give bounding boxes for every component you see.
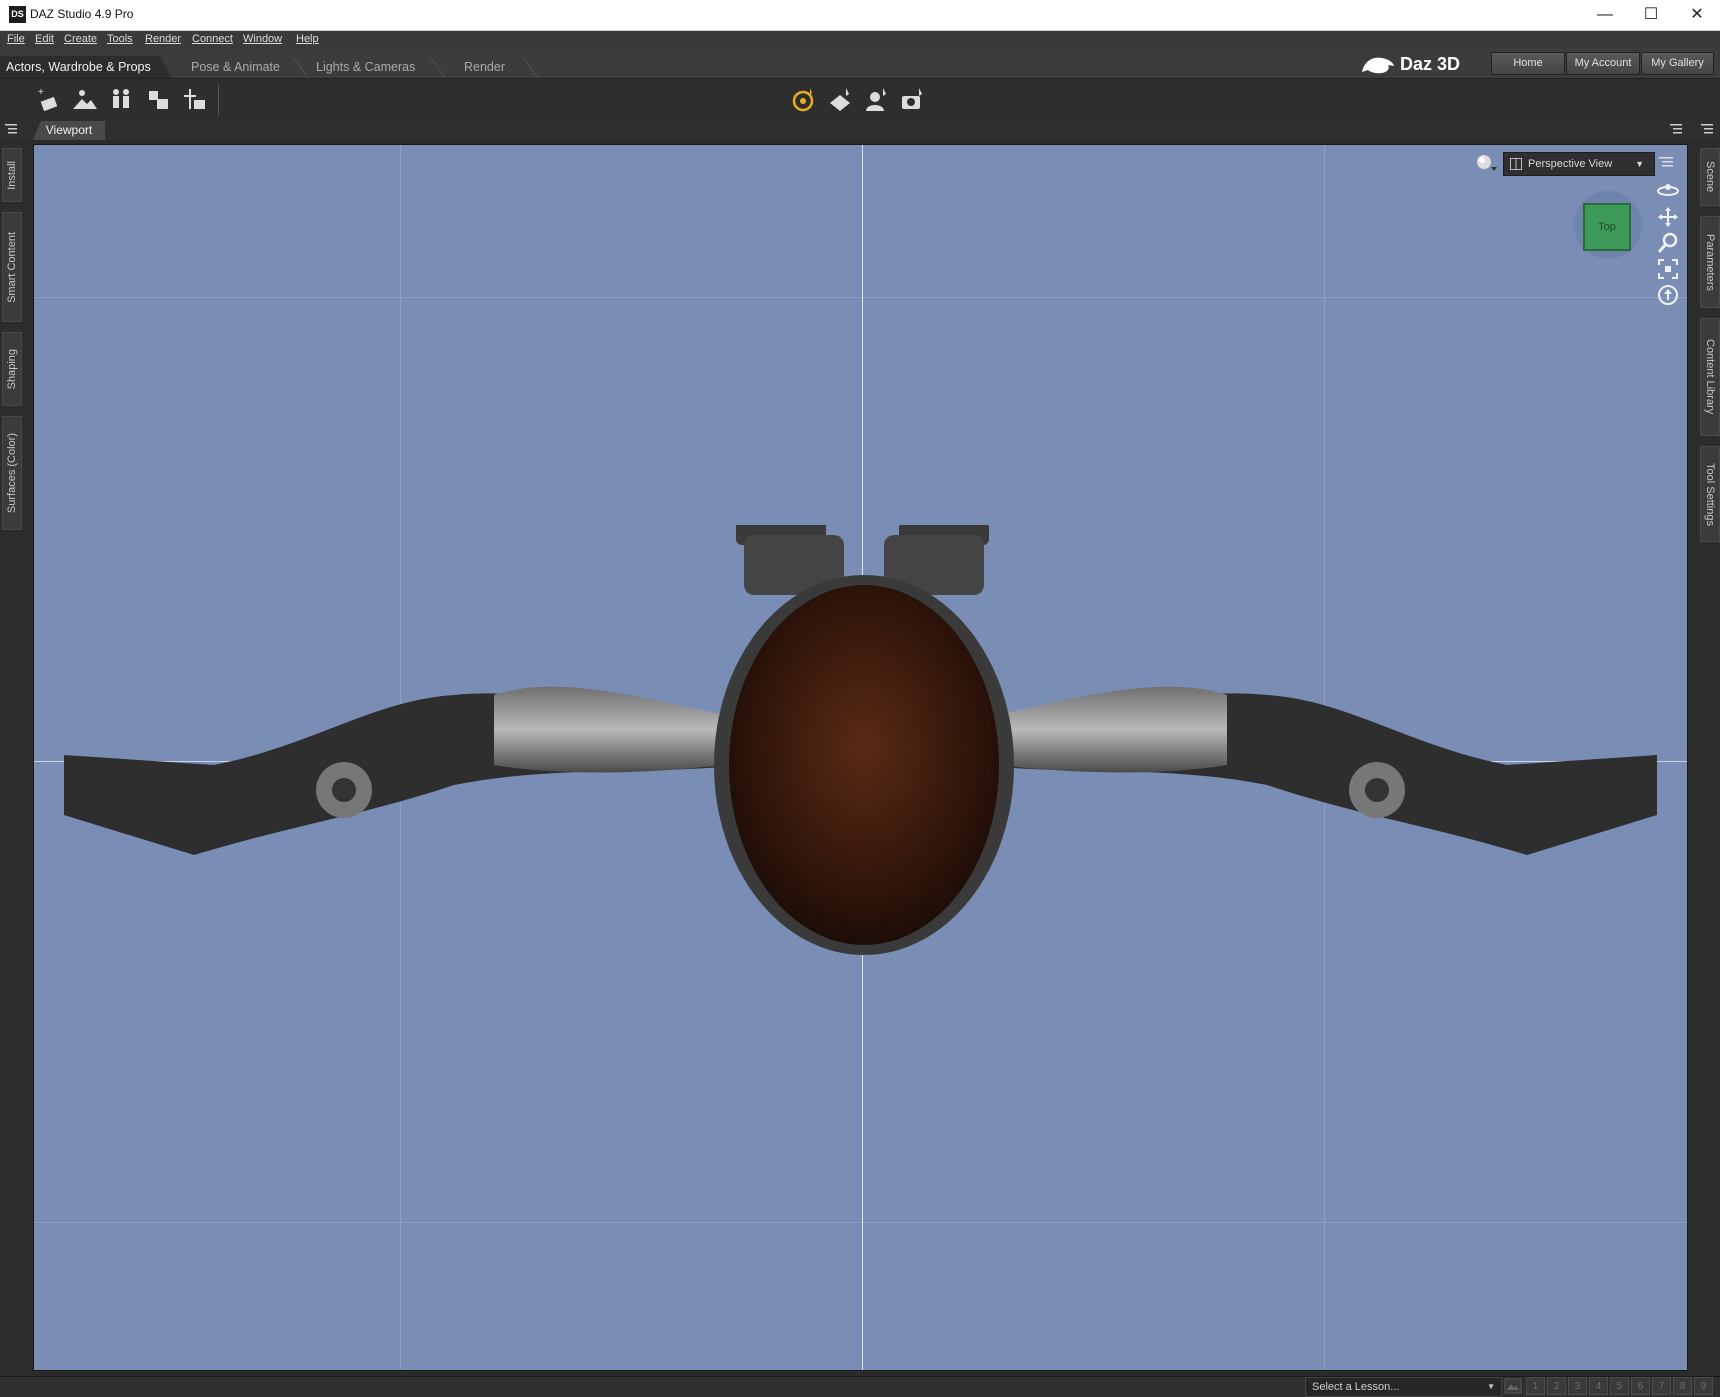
add-item-icon[interactable] [180, 85, 210, 115]
viewport-options-icon[interactable] [1658, 155, 1676, 171]
lesson-step-7[interactable]: 7 [1652, 1377, 1671, 1395]
lesson-select-label: Select a Lesson... [1312, 1381, 1400, 1393]
right-panel-menu-icon[interactable] [1700, 122, 1716, 136]
lesson-step-5[interactable]: 5 [1610, 1377, 1629, 1395]
lesson-step-6[interactable]: 6 [1631, 1377, 1650, 1395]
lesson-select[interactable]: Select a Lesson... ▼ [1305, 1377, 1502, 1397]
room-tab-actors[interactable]: Actors, Wardrobe & Props [6, 57, 151, 78]
chevron-down-icon: ▼ [1635, 159, 1644, 169]
home-button[interactable]: Home [1491, 52, 1565, 75]
lesson-step-8[interactable]: 8 [1673, 1377, 1692, 1395]
room-tab-render[interactable]: Render [464, 57, 505, 78]
right-tab-scene[interactable]: Scene [1700, 148, 1720, 206]
viewport[interactable]: Perspective View ▼ Top [33, 144, 1688, 1371]
my-account-button[interactable]: My Account [1566, 52, 1640, 75]
grid-line [34, 297, 1687, 298]
toolbar [0, 78, 1720, 123]
pan-icon[interactable] [1656, 205, 1680, 229]
lesson-step-9[interactable]: 9 [1694, 1377, 1713, 1395]
draw-style-icon[interactable] [1474, 153, 1498, 173]
tab-viewport[interactable]: Viewport [33, 121, 105, 140]
zoom-icon[interactable] [1656, 231, 1680, 255]
menu-render[interactable]: Render [145, 31, 181, 48]
toolbar-divider [218, 84, 219, 116]
menu-edit[interactable]: Edit [35, 31, 54, 48]
dragon-logo-icon [1362, 57, 1394, 74]
left-tab-smart-content[interactable]: Smart Content [2, 212, 22, 322]
left-tab-surfaces[interactable]: Surfaces (Color) [2, 416, 22, 530]
add-figure-icon[interactable]: + [34, 85, 64, 115]
lesson-step-4[interactable]: 4 [1589, 1377, 1608, 1395]
left-tab-install[interactable]: Install [2, 148, 22, 202]
close-button[interactable]: ✕ [1674, 0, 1720, 30]
room-tab-pose[interactable]: Pose & Animate [191, 57, 280, 78]
frame-icon[interactable] [1656, 257, 1680, 281]
window-title: DAZ Studio 4.9 Pro [30, 7, 134, 21]
view-cube[interactable]: Top [1583, 203, 1631, 251]
surface-selection-icon[interactable] [826, 85, 856, 115]
svg-text:+: + [38, 87, 44, 98]
viewport-menu-icon[interactable] [1669, 122, 1685, 136]
chevron-down-icon: ▼ [1487, 1382, 1495, 1391]
left-panel-strip [0, 140, 32, 1376]
maximize-button[interactable]: ☐ [1628, 0, 1674, 30]
add-environment-icon[interactable] [70, 85, 100, 115]
right-tab-content-library[interactable]: Content Library [1700, 318, 1720, 436]
right-tab-tool-settings[interactable]: Tool Settings [1700, 446, 1720, 542]
lesson-step-1[interactable]: 1 [1526, 1377, 1545, 1395]
lesson-step-3[interactable]: 3 [1568, 1377, 1587, 1395]
menu-window[interactable]: Window [243, 31, 282, 48]
app-icon: DS [9, 6, 26, 23]
menu-tools[interactable]: Tools [107, 31, 133, 48]
menu-help[interactable]: Help [296, 31, 319, 48]
viewport-tab-row [0, 122, 1720, 140]
right-tab-parameters[interactable]: Parameters [1700, 216, 1720, 308]
add-actors-icon[interactable] [106, 85, 136, 115]
menu-file[interactable]: File [7, 31, 25, 48]
grid-line [34, 1222, 1687, 1223]
figure-model[interactable] [34, 525, 1687, 1065]
lesson-step-2[interactable]: 2 [1547, 1377, 1566, 1395]
lesson-scene-icon[interactable] [1504, 1378, 1522, 1394]
add-prop-icon[interactable] [143, 85, 173, 115]
daz-logo: Daz 3D [1360, 50, 1480, 78]
view-layout-icon [1510, 158, 1522, 170]
node-selection-icon[interactable] [862, 85, 892, 115]
menu-connect[interactable]: Connect [192, 31, 233, 48]
logo-text: Daz 3D [1400, 54, 1461, 74]
universal-tool-icon[interactable] [790, 85, 820, 115]
left-tab-shaping[interactable]: Shaping [2, 332, 22, 406]
view-select[interactable]: Perspective View ▼ [1503, 152, 1655, 176]
title-bar: DS DAZ Studio 4.9 Pro — ☐ ✕ [0, 0, 1720, 31]
orbit-icon[interactable] [1656, 179, 1680, 203]
room-tab-lights[interactable]: Lights & Cameras [316, 57, 415, 78]
reset-view-icon[interactable] [1656, 283, 1680, 307]
menu-bar: File Edit Create Tools Render Connect Wi… [0, 31, 1720, 48]
menu-create[interactable]: Create [64, 31, 97, 48]
view-select-label: Perspective View [1528, 158, 1613, 170]
my-gallery-button[interactable]: My Gallery [1641, 52, 1714, 75]
left-panel-menu-icon[interactable] [4, 122, 20, 136]
minimize-button[interactable]: — [1582, 0, 1628, 30]
camera-tool-icon[interactable] [898, 85, 928, 115]
